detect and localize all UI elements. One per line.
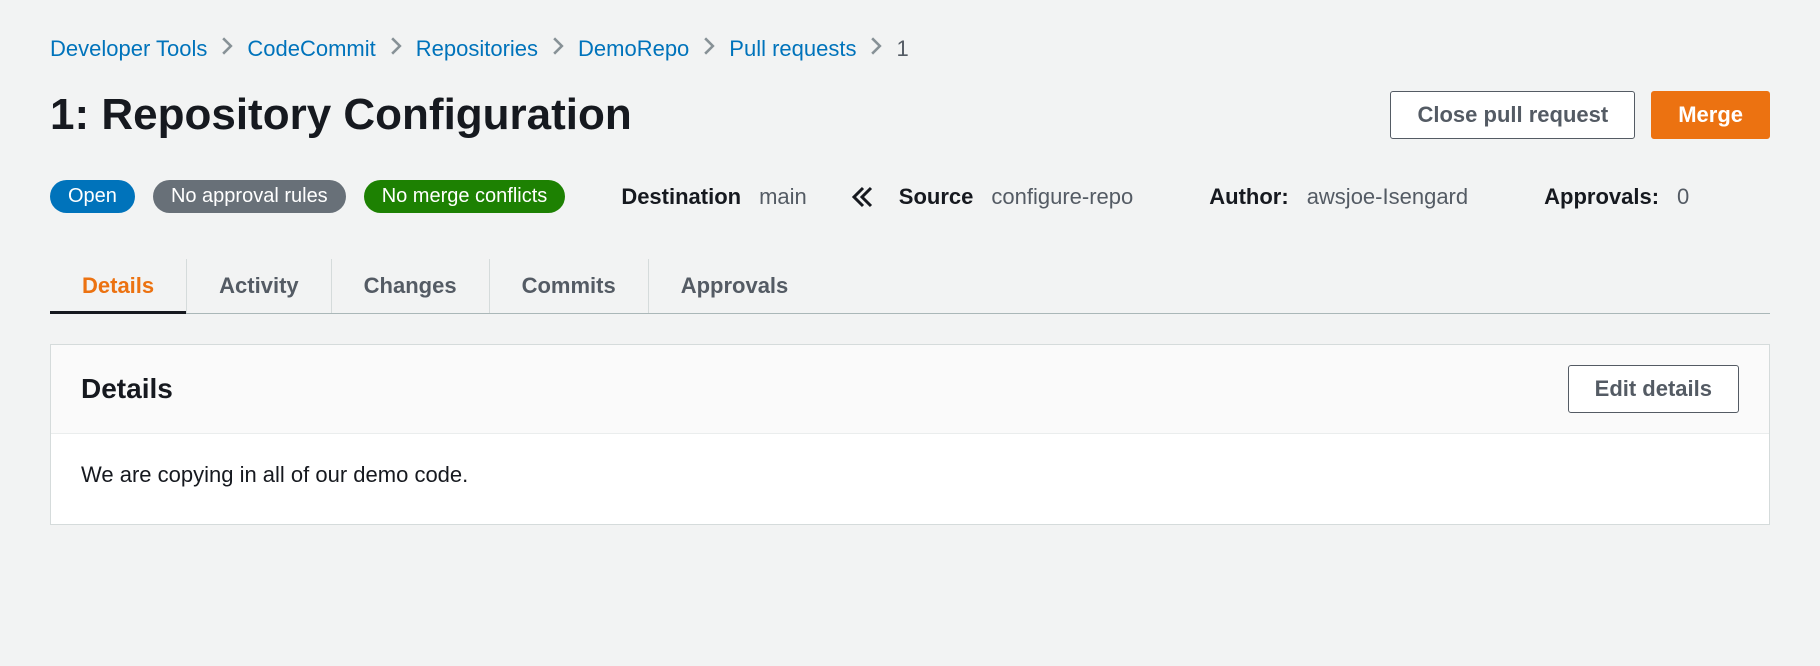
source-label: Source: [899, 184, 974, 210]
page-header: 1: Repository Configuration Close pull r…: [50, 90, 1770, 140]
status-badge-merge-conflicts: No merge conflicts: [364, 180, 566, 213]
merge-button[interactable]: Merge: [1651, 91, 1770, 139]
breadcrumb: Developer Tools CodeCommit Repositories …: [50, 36, 1770, 62]
chevron-right-icon: [221, 37, 233, 61]
author-value: awsjoe-Isengard: [1307, 184, 1468, 210]
chevron-right-icon: [390, 37, 402, 61]
tab-details[interactable]: Details: [50, 259, 187, 313]
status-badge-open: Open: [50, 180, 135, 213]
tab-activity[interactable]: Activity: [187, 259, 331, 313]
chevron-right-icon: [870, 37, 882, 61]
chevron-right-icon: [703, 37, 715, 61]
destination-label: Destination: [621, 184, 741, 210]
author-label: Author:: [1209, 184, 1288, 210]
source-value: configure-repo: [991, 184, 1133, 210]
tabs: Details Activity Changes Commits Approva…: [50, 259, 1770, 314]
approvals-value: 0: [1677, 184, 1689, 210]
details-panel-header: Details Edit details: [51, 345, 1769, 434]
chevron-right-icon: [552, 37, 564, 61]
details-panel: Details Edit details We are copying in a…: [50, 344, 1770, 525]
breadcrumb-pull-requests[interactable]: Pull requests: [729, 36, 856, 62]
tab-changes[interactable]: Changes: [332, 259, 490, 313]
header-actions: Close pull request Merge: [1390, 91, 1770, 139]
merge-direction-icon: [851, 186, 875, 208]
status-badge-approval-rules: No approval rules: [153, 180, 346, 213]
details-description: We are copying in all of our demo code.: [51, 434, 1769, 524]
approvals-label: Approvals:: [1544, 184, 1659, 210]
details-panel-title: Details: [81, 373, 173, 405]
breadcrumb-current: 1: [896, 36, 908, 62]
tab-commits[interactable]: Commits: [490, 259, 649, 313]
page-title: 1: Repository Configuration: [50, 90, 632, 140]
status-row: Open No approval rules No merge conflict…: [50, 180, 1770, 213]
breadcrumb-developer-tools[interactable]: Developer Tools: [50, 36, 207, 62]
tab-approvals[interactable]: Approvals: [649, 259, 821, 313]
breadcrumb-codecommit[interactable]: CodeCommit: [247, 36, 375, 62]
close-pull-request-button[interactable]: Close pull request: [1390, 91, 1635, 139]
edit-details-button[interactable]: Edit details: [1568, 365, 1739, 413]
breadcrumb-demorepo[interactable]: DemoRepo: [578, 36, 689, 62]
destination-value: main: [759, 184, 807, 210]
breadcrumb-repositories[interactable]: Repositories: [416, 36, 538, 62]
